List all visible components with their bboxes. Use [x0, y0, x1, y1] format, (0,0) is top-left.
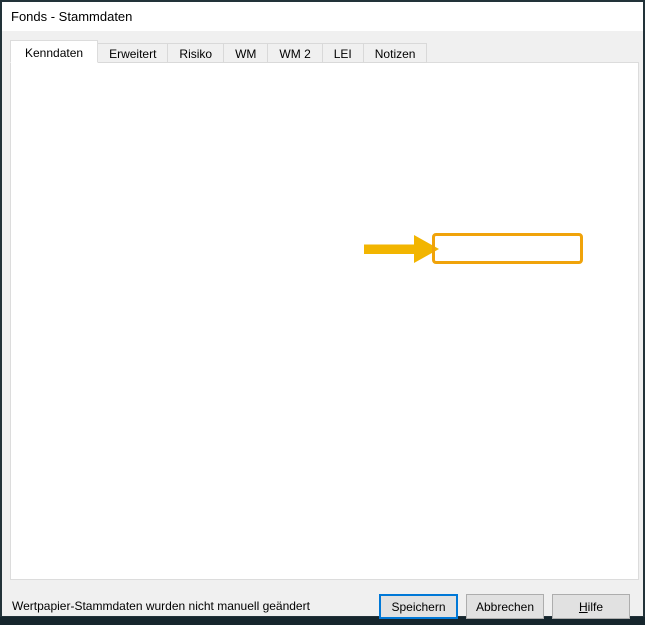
tab-wm2[interactable]: WM 2 — [268, 43, 322, 63]
highlight-box — [432, 233, 583, 264]
tab-risiko[interactable]: Risiko — [168, 43, 224, 63]
hilfe-button[interactable]: Hilfe — [552, 594, 630, 619]
tab-wm[interactable]: WM — [224, 43, 268, 63]
tab-notizen[interactable]: Notizen — [364, 43, 428, 63]
tab-page-kenndaten — [10, 62, 639, 580]
tab-strip: Kenndaten Erweitert Risiko WM WM 2 LEI N… — [10, 42, 427, 63]
title-bar[interactable]: Fonds - Stammdaten — [2, 2, 643, 31]
tab-kenndaten[interactable]: Kenndaten — [10, 40, 98, 63]
abbrechen-button[interactable]: Abbrechen — [466, 594, 544, 619]
highlight-arrow-icon — [364, 235, 440, 263]
tab-erweitert[interactable]: Erweitert — [98, 43, 168, 63]
tab-lei[interactable]: LEI — [323, 43, 364, 63]
window-title: Fonds - Stammdaten — [11, 9, 132, 24]
fonds-stammdaten-dialog: Fonds - Stammdaten Kenndaten Erweitert R… — [0, 0, 645, 617]
status-text: Wertpapier-Stammdaten wurden nicht manue… — [12, 599, 310, 613]
speichern-button[interactable]: Speichern — [379, 594, 458, 619]
screen: Fonds - Stammdaten Kenndaten Erweitert R… — [0, 0, 645, 625]
